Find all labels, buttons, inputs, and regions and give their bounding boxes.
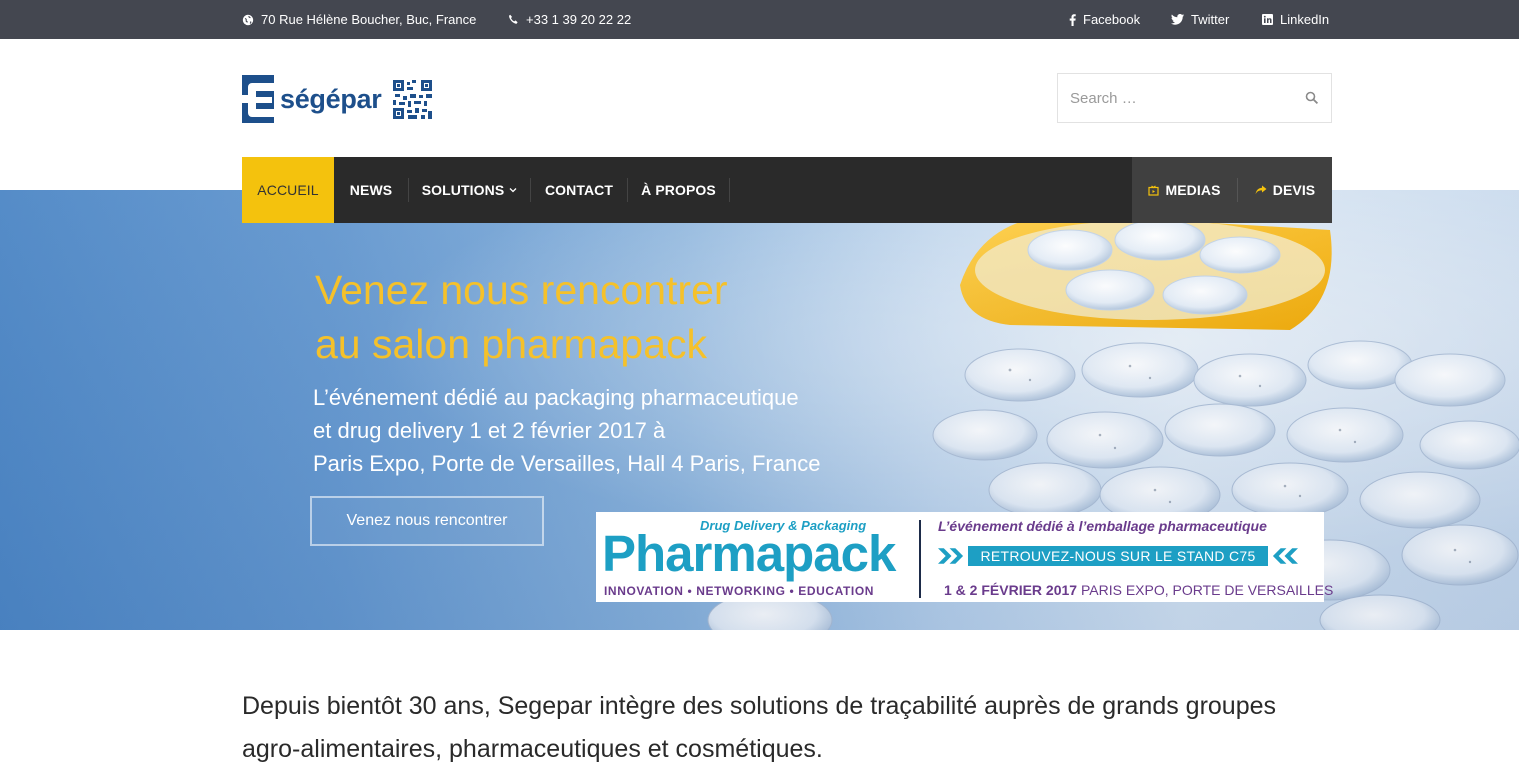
nav-item-label: DEVIS: [1272, 182, 1316, 198]
nav-item-label: MEDIAS: [1165, 182, 1221, 198]
nav-item-solutions[interactable]: SOLUTIONS: [409, 157, 530, 223]
facebook-link[interactable]: Facebook: [1069, 0, 1140, 39]
double-chevron-right-icon: [938, 547, 964, 564]
nav-item-devis[interactable]: DEVIS: [1238, 157, 1332, 223]
phone-icon: [509, 14, 518, 24]
intro-text: Depuis bientôt 30 ans, Segepar intègre d…: [242, 692, 1277, 763]
banner-divider: [919, 520, 921, 598]
banner-date-rest: PARIS EXPO, PORTE DE VERSAILLES: [1077, 582, 1334, 598]
pharmapack-banner[interactable]: Drug Delivery & Packaging Pharmapack INN…: [596, 512, 1333, 602]
search-box: [1057, 73, 1332, 123]
brand-name: ségépar: [280, 83, 382, 114]
double-chevron-left-icon: [1272, 547, 1298, 564]
twitter-label: Twitter: [1191, 12, 1230, 27]
banner-tagline: INNOVATION • NETWORKING • EDUCATION: [604, 584, 875, 598]
top-bar: 70 Rue Hélène Boucher, Buc, France +33 1…: [0, 0, 1519, 39]
site-logo[interactable]: ségépar: [242, 74, 433, 124]
hero-subtitle: L’événement dédié au packaging pharmaceu…: [313, 385, 821, 476]
nav-item-label: ACCUEIL: [257, 182, 319, 198]
nav-item-contact[interactable]: CONTACT: [531, 157, 627, 223]
linkedin-icon: [1262, 14, 1273, 25]
twitter-link[interactable]: Twitter: [1171, 0, 1229, 39]
nav-item-label: CONTACT: [544, 182, 614, 198]
nav-item-a-propos[interactable]: À PROPOS: [628, 157, 729, 223]
banner-stand-label: RETROUVEZ-NOUS SUR LE STAND C75: [968, 545, 1268, 566]
banner-date: 1 & 2 FÉVRIER 2017 PARIS EXPO, PORTE DE …: [944, 582, 1333, 598]
pharmapack-logo: Pharmapack: [602, 525, 896, 582]
linkedin-label: LinkedIn: [1280, 12, 1330, 27]
search-icon[interactable]: [1305, 91, 1319, 105]
facebook-icon: [1069, 13, 1076, 26]
phone[interactable]: +33 1 39 20 22 22: [508, 0, 631, 39]
nav-right-group: MEDIAS DEVIS: [1132, 157, 1332, 223]
phone-text: +33 1 39 20 22 22: [526, 12, 632, 27]
nav-item-label: NEWS: [349, 182, 393, 198]
nav-divider: [729, 178, 730, 202]
qr-code-icon: [393, 79, 433, 119]
nav-item-accueil[interactable]: ACCUEIL: [242, 157, 334, 223]
address: 70 Rue Hélène Boucher, Buc, France: [242, 0, 476, 39]
nav-item-label: À PROPOS: [641, 182, 716, 198]
hero-title: Venez nous rencontrer au salon pharmapac…: [315, 267, 728, 367]
twitter-icon: [1171, 14, 1184, 25]
nav-item-label: SOLUTIONS: [421, 182, 505, 198]
banner-date-bold: 1 & 2 FÉVRIER 2017: [944, 582, 1078, 598]
media-icon: [1148, 185, 1160, 196]
globe-icon: [242, 14, 254, 25]
address-text: 70 Rue Hélène Boucher, Buc, France: [261, 12, 477, 27]
banner-stand: RETROUVEZ-NOUS SUR LE STAND C75: [938, 544, 1298, 567]
segepar-logo-icon: [242, 75, 274, 123]
hero-cta-button[interactable]: Venez nous rencontrer: [310, 496, 544, 546]
main-nav: ACCUEIL NEWS SOLUTIONS CONTACT À PROPOS …: [242, 157, 1332, 223]
share-arrow-icon: [1255, 185, 1267, 195]
facebook-label: Facebook: [1083, 12, 1141, 27]
linkedin-link[interactable]: LinkedIn: [1262, 0, 1329, 39]
nav-item-medias[interactable]: MEDIAS: [1132, 157, 1237, 223]
banner-headline: L’événement dédié à l’emballage pharmace…: [938, 518, 1267, 534]
chevron-down-icon: [509, 188, 517, 193]
search-input[interactable]: [1058, 74, 1288, 122]
nav-item-news[interactable]: NEWS: [334, 157, 408, 223]
